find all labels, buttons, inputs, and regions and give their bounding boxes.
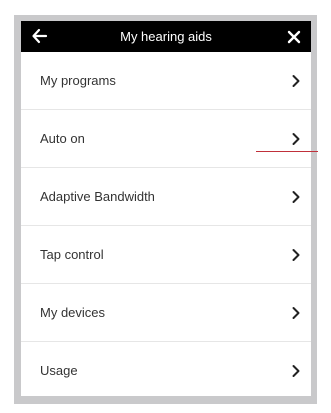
chevron-right-icon <box>292 307 300 319</box>
menu-item-label: Usage <box>40 363 78 378</box>
page-title: My hearing aids <box>120 29 212 44</box>
menu-item-label: Adaptive Bandwidth <box>40 189 155 204</box>
menu-item-tap-control[interactable]: Tap control <box>21 226 311 284</box>
menu-item-label: My programs <box>40 73 116 88</box>
menu-item-label: Auto on <box>40 131 85 146</box>
header-bar: My hearing aids <box>21 21 311 52</box>
settings-list: My programs Auto on Adaptive Bandwidth T… <box>21 52 311 396</box>
menu-item-auto-on[interactable]: Auto on <box>21 110 311 168</box>
arrow-left-icon[interactable] <box>31 26 49 46</box>
menu-item-my-devices[interactable]: My devices <box>21 284 311 342</box>
chevron-right-icon <box>292 365 300 377</box>
app-screen: My hearing aids My programs Auto on Adap… <box>21 21 311 396</box>
chevron-right-icon <box>292 75 300 87</box>
close-icon[interactable] <box>285 27 303 47</box>
annotation-pointer-line <box>256 151 318 152</box>
chevron-right-icon <box>292 133 300 145</box>
menu-item-adaptive-bandwidth[interactable]: Adaptive Bandwidth <box>21 168 311 226</box>
menu-item-label: Tap control <box>40 247 104 262</box>
chevron-right-icon <box>292 249 300 261</box>
menu-item-usage[interactable]: Usage <box>21 342 311 396</box>
menu-item-label: My devices <box>40 305 106 320</box>
menu-item-my-programs[interactable]: My programs <box>21 52 311 110</box>
chevron-right-icon <box>292 191 300 203</box>
